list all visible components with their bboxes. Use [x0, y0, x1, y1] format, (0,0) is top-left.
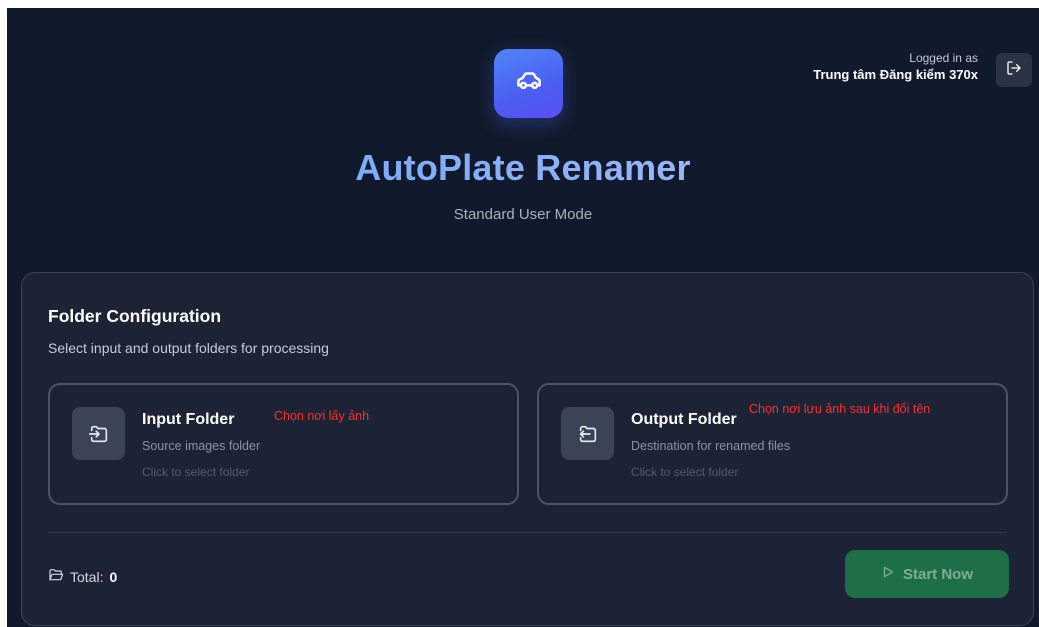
- app-logo: [494, 49, 563, 118]
- card-description: Select input and output folders for proc…: [48, 340, 329, 356]
- user-name: Trung tâm Đăng kiểm 370x: [813, 67, 978, 82]
- app-window: Logged in as Trung tâm Đăng kiểm 370x Au…: [7, 8, 1039, 627]
- logout-button[interactable]: [996, 53, 1032, 87]
- output-folder-annotation: Chọn nơi lưu ảnh sau khi đổi tên: [749, 402, 931, 416]
- folder-output-icon: [561, 407, 614, 460]
- car-icon: [514, 66, 544, 101]
- start-now-label: Start Now: [902, 565, 973, 583]
- input-folder-subtitle: Source images folder: [142, 439, 261, 453]
- app-title: AutoPlate Renamer: [7, 147, 1039, 189]
- folder-configuration-card: Folder Configuration Select input and ou…: [21, 272, 1034, 626]
- user-info: Logged in as Trung tâm Đăng kiểm 370x: [813, 50, 978, 84]
- folder-open-icon: [48, 567, 64, 586]
- card-title: Folder Configuration: [48, 306, 222, 326]
- output-folder-picker[interactable]: Output Folder Destination for renamed fi…: [537, 383, 1008, 505]
- input-folder-hint: Click to select folder: [142, 465, 250, 479]
- output-folder-hint: Click to select folder: [631, 465, 739, 479]
- folder-input-icon: [72, 407, 125, 460]
- app-subtitle: Standard User Mode: [453, 206, 593, 223]
- input-folder-annotation: Chọn nơi lấy ảnh: [274, 409, 370, 423]
- total-count: Total: 0: [48, 567, 117, 586]
- logout-icon: [1006, 60, 1022, 81]
- input-folder-picker[interactable]: Input Folder Source images folder Click …: [48, 383, 519, 505]
- divider: [48, 532, 1007, 533]
- total-label: Total:: [70, 568, 104, 585]
- start-now-button[interactable]: Start Now: [845, 550, 1009, 598]
- output-folder-subtitle: Destination for renamed files: [631, 439, 791, 453]
- logged-in-label: Logged in as: [909, 51, 978, 65]
- play-icon: [881, 565, 895, 583]
- input-folder-title: Input Folder: [142, 411, 235, 428]
- output-folder-title: Output Folder: [631, 411, 737, 428]
- total-value: 0: [109, 568, 118, 585]
